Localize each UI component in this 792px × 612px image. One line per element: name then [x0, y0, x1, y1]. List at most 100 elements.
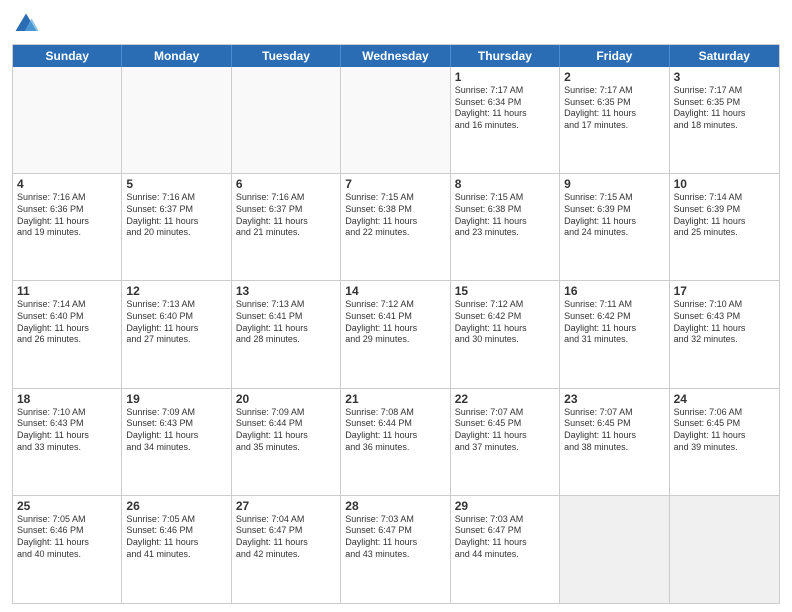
calendar-row-1: 4Sunrise: 7:16 AM Sunset: 6:36 PM Daylig… — [13, 174, 779, 281]
day-cell-14: 14Sunrise: 7:12 AM Sunset: 6:41 PM Dayli… — [341, 281, 450, 387]
weekday-header-wednesday: Wednesday — [341, 45, 450, 67]
day-info: Sunrise: 7:05 AM Sunset: 6:46 PM Dayligh… — [17, 514, 117, 561]
day-number: 11 — [17, 284, 117, 298]
day-info: Sunrise: 7:09 AM Sunset: 6:44 PM Dayligh… — [236, 407, 336, 454]
day-cell-10: 10Sunrise: 7:14 AM Sunset: 6:39 PM Dayli… — [670, 174, 779, 280]
day-number: 21 — [345, 392, 445, 406]
day-cell-1: 1Sunrise: 7:17 AM Sunset: 6:34 PM Daylig… — [451, 67, 560, 173]
day-info: Sunrise: 7:03 AM Sunset: 6:47 PM Dayligh… — [455, 514, 555, 561]
day-number: 1 — [455, 70, 555, 84]
day-info: Sunrise: 7:07 AM Sunset: 6:45 PM Dayligh… — [564, 407, 664, 454]
empty-cell — [122, 67, 231, 173]
day-number: 16 — [564, 284, 664, 298]
day-info: Sunrise: 7:12 AM Sunset: 6:42 PM Dayligh… — [455, 299, 555, 346]
day-number: 24 — [674, 392, 775, 406]
empty-cell — [560, 496, 669, 603]
day-info: Sunrise: 7:16 AM Sunset: 6:37 PM Dayligh… — [236, 192, 336, 239]
day-cell-11: 11Sunrise: 7:14 AM Sunset: 6:40 PM Dayli… — [13, 281, 122, 387]
day-cell-23: 23Sunrise: 7:07 AM Sunset: 6:45 PM Dayli… — [560, 389, 669, 495]
day-number: 15 — [455, 284, 555, 298]
day-cell-24: 24Sunrise: 7:06 AM Sunset: 6:45 PM Dayli… — [670, 389, 779, 495]
day-info: Sunrise: 7:06 AM Sunset: 6:45 PM Dayligh… — [674, 407, 775, 454]
day-number: 23 — [564, 392, 664, 406]
calendar-row-3: 18Sunrise: 7:10 AM Sunset: 6:43 PM Dayli… — [13, 389, 779, 496]
logo — [12, 10, 44, 38]
day-cell-22: 22Sunrise: 7:07 AM Sunset: 6:45 PM Dayli… — [451, 389, 560, 495]
page: SundayMondayTuesdayWednesdayThursdayFrid… — [0, 0, 792, 612]
calendar-row-4: 25Sunrise: 7:05 AM Sunset: 6:46 PM Dayli… — [13, 496, 779, 603]
day-cell-21: 21Sunrise: 7:08 AM Sunset: 6:44 PM Dayli… — [341, 389, 450, 495]
calendar-body: 1Sunrise: 7:17 AM Sunset: 6:34 PM Daylig… — [13, 67, 779, 603]
day-cell-7: 7Sunrise: 7:15 AM Sunset: 6:38 PM Daylig… — [341, 174, 450, 280]
day-info: Sunrise: 7:14 AM Sunset: 6:40 PM Dayligh… — [17, 299, 117, 346]
day-cell-9: 9Sunrise: 7:15 AM Sunset: 6:39 PM Daylig… — [560, 174, 669, 280]
day-number: 20 — [236, 392, 336, 406]
calendar-header: SundayMondayTuesdayWednesdayThursdayFrid… — [13, 45, 779, 67]
header — [12, 10, 780, 38]
day-info: Sunrise: 7:10 AM Sunset: 6:43 PM Dayligh… — [674, 299, 775, 346]
day-cell-6: 6Sunrise: 7:16 AM Sunset: 6:37 PM Daylig… — [232, 174, 341, 280]
day-cell-2: 2Sunrise: 7:17 AM Sunset: 6:35 PM Daylig… — [560, 67, 669, 173]
day-cell-3: 3Sunrise: 7:17 AM Sunset: 6:35 PM Daylig… — [670, 67, 779, 173]
weekday-header-tuesday: Tuesday — [232, 45, 341, 67]
calendar: SundayMondayTuesdayWednesdayThursdayFrid… — [12, 44, 780, 604]
day-cell-5: 5Sunrise: 7:16 AM Sunset: 6:37 PM Daylig… — [122, 174, 231, 280]
day-number: 29 — [455, 499, 555, 513]
day-info: Sunrise: 7:10 AM Sunset: 6:43 PM Dayligh… — [17, 407, 117, 454]
day-info: Sunrise: 7:17 AM Sunset: 6:35 PM Dayligh… — [674, 85, 775, 132]
day-number: 13 — [236, 284, 336, 298]
day-info: Sunrise: 7:05 AM Sunset: 6:46 PM Dayligh… — [126, 514, 226, 561]
logo-icon — [12, 10, 40, 38]
day-number: 3 — [674, 70, 775, 84]
day-number: 26 — [126, 499, 226, 513]
day-cell-12: 12Sunrise: 7:13 AM Sunset: 6:40 PM Dayli… — [122, 281, 231, 387]
day-number: 7 — [345, 177, 445, 191]
day-info: Sunrise: 7:14 AM Sunset: 6:39 PM Dayligh… — [674, 192, 775, 239]
day-cell-17: 17Sunrise: 7:10 AM Sunset: 6:43 PM Dayli… — [670, 281, 779, 387]
day-number: 18 — [17, 392, 117, 406]
day-number: 2 — [564, 70, 664, 84]
day-number: 4 — [17, 177, 117, 191]
day-cell-4: 4Sunrise: 7:16 AM Sunset: 6:36 PM Daylig… — [13, 174, 122, 280]
day-info: Sunrise: 7:17 AM Sunset: 6:34 PM Dayligh… — [455, 85, 555, 132]
day-number: 9 — [564, 177, 664, 191]
day-cell-25: 25Sunrise: 7:05 AM Sunset: 6:46 PM Dayli… — [13, 496, 122, 603]
day-cell-18: 18Sunrise: 7:10 AM Sunset: 6:43 PM Dayli… — [13, 389, 122, 495]
day-info: Sunrise: 7:09 AM Sunset: 6:43 PM Dayligh… — [126, 407, 226, 454]
weekday-header-thursday: Thursday — [451, 45, 560, 67]
empty-cell — [670, 496, 779, 603]
day-cell-16: 16Sunrise: 7:11 AM Sunset: 6:42 PM Dayli… — [560, 281, 669, 387]
day-info: Sunrise: 7:11 AM Sunset: 6:42 PM Dayligh… — [564, 299, 664, 346]
day-cell-15: 15Sunrise: 7:12 AM Sunset: 6:42 PM Dayli… — [451, 281, 560, 387]
day-number: 6 — [236, 177, 336, 191]
day-cell-29: 29Sunrise: 7:03 AM Sunset: 6:47 PM Dayli… — [451, 496, 560, 603]
day-info: Sunrise: 7:16 AM Sunset: 6:36 PM Dayligh… — [17, 192, 117, 239]
day-number: 12 — [126, 284, 226, 298]
day-cell-13: 13Sunrise: 7:13 AM Sunset: 6:41 PM Dayli… — [232, 281, 341, 387]
day-info: Sunrise: 7:03 AM Sunset: 6:47 PM Dayligh… — [345, 514, 445, 561]
weekday-header-monday: Monday — [122, 45, 231, 67]
day-number: 5 — [126, 177, 226, 191]
day-number: 27 — [236, 499, 336, 513]
day-info: Sunrise: 7:15 AM Sunset: 6:38 PM Dayligh… — [455, 192, 555, 239]
day-number: 25 — [17, 499, 117, 513]
day-info: Sunrise: 7:15 AM Sunset: 6:38 PM Dayligh… — [345, 192, 445, 239]
weekday-header-sunday: Sunday — [13, 45, 122, 67]
day-info: Sunrise: 7:08 AM Sunset: 6:44 PM Dayligh… — [345, 407, 445, 454]
day-number: 8 — [455, 177, 555, 191]
calendar-row-2: 11Sunrise: 7:14 AM Sunset: 6:40 PM Dayli… — [13, 281, 779, 388]
day-number: 17 — [674, 284, 775, 298]
day-cell-26: 26Sunrise: 7:05 AM Sunset: 6:46 PM Dayli… — [122, 496, 231, 603]
day-number: 10 — [674, 177, 775, 191]
day-info: Sunrise: 7:17 AM Sunset: 6:35 PM Dayligh… — [564, 85, 664, 132]
day-cell-28: 28Sunrise: 7:03 AM Sunset: 6:47 PM Dayli… — [341, 496, 450, 603]
day-info: Sunrise: 7:12 AM Sunset: 6:41 PM Dayligh… — [345, 299, 445, 346]
day-cell-8: 8Sunrise: 7:15 AM Sunset: 6:38 PM Daylig… — [451, 174, 560, 280]
day-info: Sunrise: 7:13 AM Sunset: 6:41 PM Dayligh… — [236, 299, 336, 346]
day-number: 14 — [345, 284, 445, 298]
day-info: Sunrise: 7:15 AM Sunset: 6:39 PM Dayligh… — [564, 192, 664, 239]
day-info: Sunrise: 7:13 AM Sunset: 6:40 PM Dayligh… — [126, 299, 226, 346]
day-info: Sunrise: 7:16 AM Sunset: 6:37 PM Dayligh… — [126, 192, 226, 239]
empty-cell — [341, 67, 450, 173]
day-cell-27: 27Sunrise: 7:04 AM Sunset: 6:47 PM Dayli… — [232, 496, 341, 603]
